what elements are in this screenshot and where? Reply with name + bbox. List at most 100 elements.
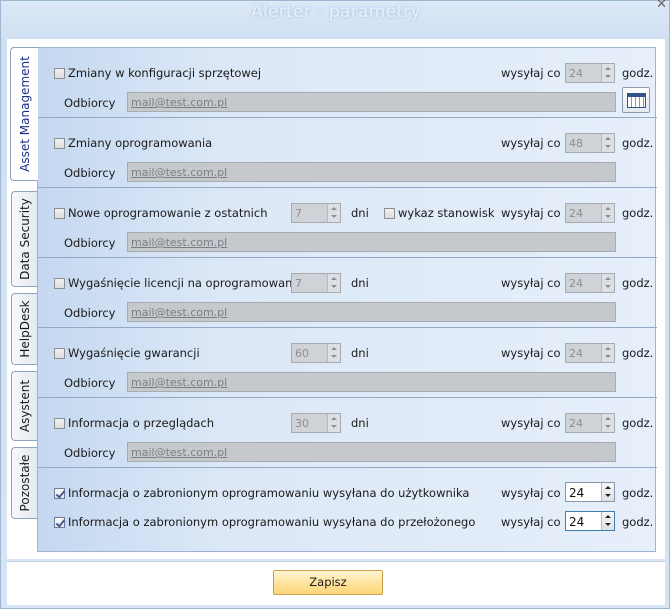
sends-every-label: wysyłaj co	[501, 206, 561, 220]
sends-every-label: wysyłaj co	[501, 515, 561, 529]
forbidden-user-label: Informacja o zabronionym oprogramowaniu …	[68, 486, 470, 500]
arrow-down-icon[interactable]	[605, 355, 611, 358]
software-changes-recipients-field[interactable]: mail@test.com.pl	[127, 162, 616, 182]
inspections-days-spinner[interactable]: 30	[291, 413, 341, 433]
tab-helpdesk[interactable]: HelpDesk	[11, 293, 37, 365]
section-new-software: Nowe oprogramowanie z ostatnich 7 dni wy…	[38, 188, 657, 258]
license-expiry-label: Wygaśnięcie licencji na oprogramowanie	[68, 276, 303, 290]
spinner-value: 24	[569, 515, 585, 529]
forbidden-supervisor-label: Informacja o zabronionym oprogramowaniu …	[68, 515, 476, 529]
hardware-config-recipients-field[interactable]: mail@test.com.pl	[127, 92, 616, 112]
license-expiry-hours-spinner[interactable]: 24	[565, 273, 615, 293]
recipients-label: Odbiorcy	[64, 446, 116, 460]
hours-label: godz.	[622, 486, 654, 500]
arrow-up-icon[interactable]	[605, 277, 611, 280]
recipients-label: Odbiorcy	[64, 306, 116, 320]
arrow-down-icon[interactable]	[605, 285, 611, 288]
arrow-up-icon[interactable]	[331, 347, 337, 350]
spinner-buttons[interactable]	[601, 204, 614, 222]
spinner-value: 60	[295, 347, 309, 360]
workstation-list-checkbox[interactable]	[384, 208, 395, 219]
spinner-buttons[interactable]	[327, 274, 340, 292]
new-software-days-spinner[interactable]: 7	[291, 203, 341, 223]
hardware-config-checkbox[interactable]	[54, 68, 65, 79]
save-button[interactable]: Zapisz	[273, 570, 383, 595]
calendar-icon	[627, 93, 646, 108]
tab-pozostale[interactable]: Pozostałe	[11, 447, 37, 519]
spinner-buttons[interactable]	[601, 64, 614, 82]
arrow-up-icon[interactable]	[331, 417, 337, 420]
spinner-value: 24	[569, 417, 583, 430]
spinner-value: 24	[569, 67, 583, 80]
tab-data-security[interactable]: Data Security	[11, 191, 37, 287]
spinner-buttons[interactable]	[601, 274, 614, 292]
spinner-buttons[interactable]	[601, 512, 614, 530]
tab-asystent[interactable]: Asystent	[11, 371, 37, 441]
workstation-list-label: wykaz stanowisk	[398, 206, 495, 220]
forbidden-supervisor-checkbox[interactable]	[54, 517, 65, 528]
arrow-up-icon[interactable]	[331, 207, 337, 210]
spinner-value: 48	[569, 137, 583, 150]
arrow-down-icon[interactable]	[331, 285, 337, 288]
sends-every-label: wysyłaj co	[501, 136, 561, 150]
hours-label: godz.	[622, 416, 654, 430]
hardware-config-hours-spinner[interactable]: 24	[565, 63, 615, 83]
arrow-up-icon[interactable]	[605, 67, 611, 70]
software-changes-checkbox[interactable]	[54, 138, 65, 149]
arrow-up-icon[interactable]	[605, 347, 611, 350]
section-license-expiry: Wygaśnięcie licencji na oprogramowanie 7…	[38, 258, 657, 328]
warranty-expiry-days-spinner[interactable]: 60	[291, 343, 341, 363]
arrow-down-icon[interactable]	[331, 355, 337, 358]
spinner-buttons[interactable]	[601, 134, 614, 152]
license-expiry-recipients-field[interactable]: mail@test.com.pl	[127, 302, 616, 322]
forbidden-user-hours-spinner[interactable]: 24	[565, 482, 615, 502]
spinner-value: 7	[295, 277, 302, 290]
inspections-label: Informacja o przeglądach	[68, 416, 215, 430]
arrow-up-icon[interactable]	[605, 137, 611, 140]
spinner-value: 7	[295, 207, 302, 220]
inspections-checkbox[interactable]	[54, 418, 65, 429]
arrow-down-icon[interactable]	[605, 145, 611, 148]
forbidden-user-checkbox[interactable]	[54, 488, 65, 499]
spinner-value: 30	[295, 417, 309, 430]
spinner-buttons[interactable]	[327, 414, 340, 432]
license-expiry-days-spinner[interactable]: 7	[291, 273, 341, 293]
inspections-hours-spinner[interactable]: 24	[565, 413, 615, 433]
arrow-up-icon[interactable]	[605, 515, 611, 518]
arrow-down-icon[interactable]	[331, 215, 337, 218]
arrow-down-icon[interactable]	[605, 494, 611, 497]
tab-label: Asystent	[17, 379, 32, 433]
sends-every-label: wysyłaj co	[501, 346, 561, 360]
spinner-buttons[interactable]	[327, 204, 340, 222]
arrow-up-icon[interactable]	[605, 417, 611, 420]
close-icon[interactable]: ✕	[656, 0, 667, 12]
arrow-down-icon[interactable]	[605, 215, 611, 218]
arrow-up-icon[interactable]	[605, 207, 611, 210]
section-warranty-expiry: Wygaśnięcie gwarancji 60 dni wysyłaj co …	[38, 328, 657, 398]
tab-label: Asset Management	[17, 56, 32, 172]
inspections-recipients-field[interactable]: mail@test.com.pl	[127, 442, 616, 462]
spinner-buttons[interactable]	[601, 414, 614, 432]
warranty-expiry-hours-spinner[interactable]: 24	[565, 343, 615, 363]
new-software-hours-spinner[interactable]: 24	[565, 203, 615, 223]
software-changes-hours-spinner[interactable]: 48	[565, 133, 615, 153]
new-software-checkbox[interactable]	[54, 208, 65, 219]
arrow-down-icon[interactable]	[605, 425, 611, 428]
arrow-down-icon[interactable]	[605, 523, 611, 526]
tab-asset-management[interactable]: Asset Management	[10, 47, 38, 181]
warranty-expiry-checkbox[interactable]	[54, 348, 65, 359]
arrow-down-icon[interactable]	[331, 425, 337, 428]
spinner-buttons[interactable]	[601, 483, 614, 501]
arrow-down-icon[interactable]	[605, 75, 611, 78]
spinner-buttons[interactable]	[601, 344, 614, 362]
arrow-up-icon[interactable]	[331, 277, 337, 280]
hours-label: godz.	[622, 206, 654, 220]
spinner-buttons[interactable]	[327, 344, 340, 362]
arrow-up-icon[interactable]	[605, 486, 611, 489]
license-expiry-checkbox[interactable]	[54, 278, 65, 289]
calendar-button[interactable]	[622, 87, 650, 113]
new-software-recipients-field[interactable]: mail@test.com.pl	[127, 232, 616, 252]
tab-content-asset-management: Zmiany w konfiguracji sprzętowej wysyłaj…	[37, 47, 657, 552]
warranty-expiry-recipients-field[interactable]: mail@test.com.pl	[127, 372, 616, 392]
forbidden-supervisor-hours-spinner[interactable]: 24	[565, 511, 615, 531]
